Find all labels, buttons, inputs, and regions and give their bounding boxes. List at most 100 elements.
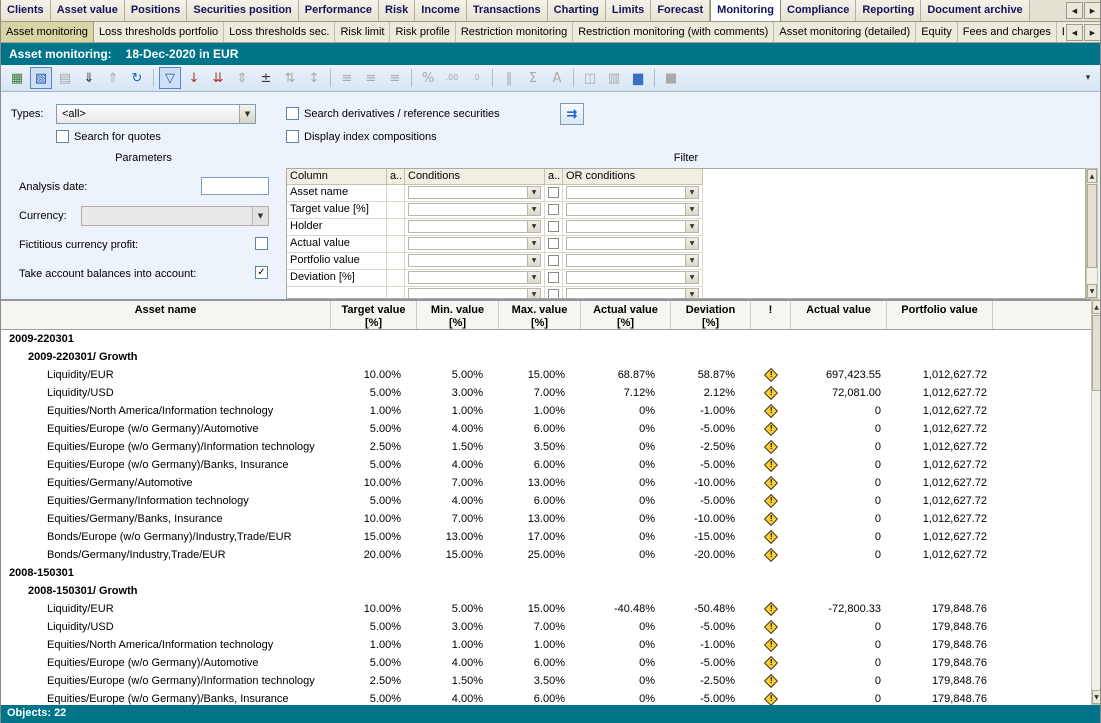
conditions-select[interactable]: ▼: [408, 288, 541, 299]
main-tab-positions[interactable]: Positions: [125, 0, 188, 21]
main-tab-transactions[interactable]: Transactions: [467, 0, 548, 21]
filter-or-checkbox[interactable]: [548, 272, 559, 283]
search-derivatives-checkbox[interactable]: Search derivatives / reference securitie…: [286, 107, 500, 120]
sub-tab-restriction-monitoring[interactable]: Restriction monitoring: [456, 22, 573, 42]
main-tab-asset-value[interactable]: Asset value: [51, 0, 125, 21]
main-tabs-scroll-right-button[interactable]: ▶: [1084, 2, 1101, 19]
table-row[interactable]: Bonds/Europe (w/o Germany)/Industry,Trad…: [1, 528, 1091, 546]
or-conditions-select[interactable]: ▼: [566, 203, 699, 216]
main-tabs-scroll-left-button[interactable]: ◀: [1066, 2, 1083, 19]
table-row[interactable]: Equities/Germany/Automotive10.00%7.00%13…: [1, 474, 1091, 492]
sub-tab-asset-monitoring-detailed[interactable]: Asset monitoring (detailed): [774, 22, 916, 42]
chevron-down-icon[interactable]: ▼: [239, 105, 255, 123]
take-account-balances-checkbox[interactable]: ✓: [255, 266, 268, 279]
checkbox-box[interactable]: [286, 107, 299, 120]
main-tab-monitoring[interactable]: Monitoring: [710, 0, 781, 21]
scroll-up-button[interactable]: ▲: [1087, 169, 1097, 183]
sub-tabs-scroll-right-button[interactable]: ▶: [1084, 24, 1101, 41]
conditions-select[interactable]: ▼: [408, 237, 541, 250]
table-row[interactable]: Equities/Europe (w/o Germany)/Automotive…: [1, 654, 1091, 672]
table-row[interactable]: Equities/Germany/Information technology5…: [1, 492, 1091, 510]
table-row[interactable]: Equities/Europe (w/o Germany)/Informatio…: [1, 672, 1091, 690]
filter-header-column[interactable]: Column: [287, 169, 387, 185]
table-row[interactable]: Liquidity/USD5.00%3.00%7.00%0%-5.00%!017…: [1, 618, 1091, 636]
column-header-min-value-pct[interactable]: Min. value [%]: [417, 301, 499, 329]
sub-tabs-scroll-left-button[interactable]: ◀: [1066, 24, 1083, 41]
table-subgroup-row[interactable]: 2009-220301/ Growth: [1, 348, 1091, 366]
sub-tab-asset-monitoring[interactable]: Asset monitoring: [1, 22, 94, 42]
column-header-actual-value[interactable]: Actual value: [791, 301, 887, 329]
scroll-up-button[interactable]: ▲: [1092, 300, 1101, 314]
filter-icon[interactable]: ▽: [159, 67, 181, 89]
sub-tab-loss-thresholds-portfolio[interactable]: Loss thresholds portfolio: [94, 22, 224, 42]
rollup-icon[interactable]: ⇊: [207, 67, 229, 89]
table-row[interactable]: Equities/Germany/Banks, Insurance10.00%7…: [1, 510, 1091, 528]
column-header-portfolio-value[interactable]: Portfolio value: [887, 301, 993, 329]
filter-or-checkbox[interactable]: [548, 255, 559, 266]
chevron-down-icon[interactable]: ▼: [527, 289, 540, 299]
chevron-down-icon[interactable]: ▼: [527, 221, 540, 232]
chevron-down-icon[interactable]: ▼: [685, 221, 698, 232]
chevron-down-icon[interactable]: ▼: [685, 187, 698, 198]
scroll-down-button[interactable]: ▼: [1092, 690, 1101, 704]
filter-header-a[interactable]: a..: [545, 169, 563, 185]
display-index-checkbox[interactable]: Display index compositions: [286, 130, 437, 143]
or-conditions-select[interactable]: ▼: [566, 254, 699, 267]
chevron-down-icon[interactable]: ▼: [527, 187, 540, 198]
filter-header-conditions[interactable]: Conditions: [405, 169, 545, 185]
main-tab-reporting[interactable]: Reporting: [856, 0, 921, 21]
scroll-thumb[interactable]: [1092, 315, 1101, 391]
totals-icon[interactable]: ±: [255, 67, 277, 89]
conditions-select[interactable]: ▼: [408, 271, 541, 284]
table-row[interactable]: Liquidity/EUR10.00%5.00%15.00%-40.48%-50…: [1, 600, 1091, 618]
types-select[interactable]: <all> ▼: [56, 104, 256, 124]
main-tab-clients[interactable]: Clients: [1, 0, 51, 21]
toolbar-overflow-button[interactable]: ▾: [1077, 67, 1099, 89]
drilldown-icon[interactable]: ↓: [183, 67, 205, 89]
main-tab-charting[interactable]: Charting: [548, 0, 606, 21]
main-tab-risk[interactable]: Risk: [379, 0, 415, 21]
filter-or-checkbox[interactable]: [548, 187, 559, 198]
main-tab-performance[interactable]: Performance: [299, 0, 379, 21]
main-tab-compliance[interactable]: Compliance: [781, 0, 856, 21]
filter-header-or-conditions[interactable]: OR conditions: [563, 169, 703, 185]
analysis-date-input[interactable]: [201, 177, 269, 195]
start-search-button[interactable]: ⇉: [560, 103, 584, 125]
table-row[interactable]: Equities/North America/Information techn…: [1, 402, 1091, 420]
table-row[interactable]: Liquidity/USD5.00%3.00%7.00%7.12%2.12%!7…: [1, 384, 1091, 402]
chevron-down-icon[interactable]: ▼: [527, 204, 540, 215]
refresh-icon[interactable]: ↻: [126, 67, 148, 89]
table-row[interactable]: Equities/Europe (w/o Germany)/Banks, Ins…: [1, 690, 1091, 705]
filter-or-checkbox[interactable]: [548, 289, 559, 299]
main-tab-document-archive[interactable]: Document archive: [921, 0, 1029, 21]
chevron-down-icon[interactable]: ▼: [685, 289, 698, 299]
table-row[interactable]: Equities/Europe (w/o Germany)/Informatio…: [1, 438, 1091, 456]
filter-scrollbar[interactable]: ▲ ▼: [1086, 168, 1098, 299]
conditions-select[interactable]: ▼: [408, 203, 541, 216]
main-tab-income[interactable]: Income: [415, 0, 467, 21]
table-scrollbar[interactable]: ▲ ▼: [1091, 299, 1101, 705]
main-tab-securities-position[interactable]: Securities position: [187, 0, 298, 21]
chevron-down-icon[interactable]: ▼: [527, 255, 540, 266]
or-conditions-select[interactable]: ▼: [566, 288, 699, 299]
edit-view-icon[interactable]: ▧: [30, 67, 52, 89]
filter-or-checkbox[interactable]: [548, 238, 559, 249]
table-row[interactable]: Equities/Europe (w/o Germany)/Automotive…: [1, 420, 1091, 438]
chevron-down-icon[interactable]: ▼: [685, 272, 698, 283]
chevron-down-icon[interactable]: ▼: [685, 238, 698, 249]
chevron-down-icon[interactable]: ▼: [685, 204, 698, 215]
column-header-warning[interactable]: !: [751, 301, 791, 329]
table-row[interactable]: Liquidity/EUR10.00%5.00%15.00%68.87%58.8…: [1, 366, 1091, 384]
import-icon[interactable]: ⇓: [78, 67, 100, 89]
conditions-select[interactable]: ▼: [408, 254, 541, 267]
sub-tab-restriction-monitoring-with-comments[interactable]: Restriction monitoring (with comments): [573, 22, 774, 42]
table-group-row[interactable]: 2008-150301: [1, 564, 1091, 582]
export-table-icon[interactable]: ▦: [6, 67, 28, 89]
search-quotes-checkbox[interactable]: Search for quotes: [56, 130, 161, 143]
fictitious-profit-checkbox[interactable]: [255, 237, 268, 250]
column-header-target-value-pct[interactable]: Target value [%]: [331, 301, 417, 329]
sub-tab-risk-profile[interactable]: Risk profile: [390, 22, 455, 42]
table-subgroup-row[interactable]: 2008-150301/ Growth: [1, 582, 1091, 600]
or-conditions-select[interactable]: ▼: [566, 237, 699, 250]
scroll-thumb[interactable]: [1087, 184, 1097, 268]
